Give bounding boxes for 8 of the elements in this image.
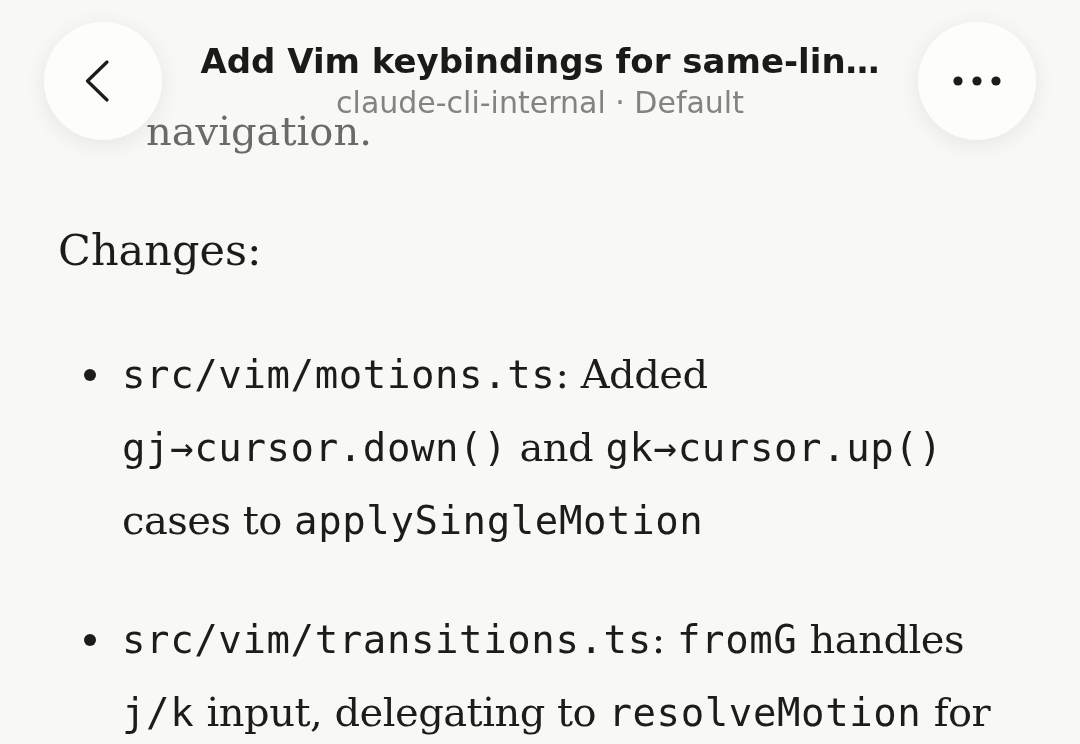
- list-item-text: src/vim/transitions.ts: fromG handles j/k input, delegating to resolveMotion for: [122, 615, 992, 737]
- ellipsis-icon: [953, 76, 1001, 86]
- bullet-icon: [84, 369, 96, 381]
- chevron-left-icon: [85, 60, 109, 102]
- conversation-title: Add Vim keybindings for same-lin…: [200, 40, 880, 83]
- section-heading: Changes:: [58, 224, 262, 277]
- bullet-icon: [84, 634, 96, 646]
- list-item-text: src/vim/motions.ts: Added gj→cursor.down() and gk→cursor.up() cases to applySingleMotion: [122, 350, 944, 545]
